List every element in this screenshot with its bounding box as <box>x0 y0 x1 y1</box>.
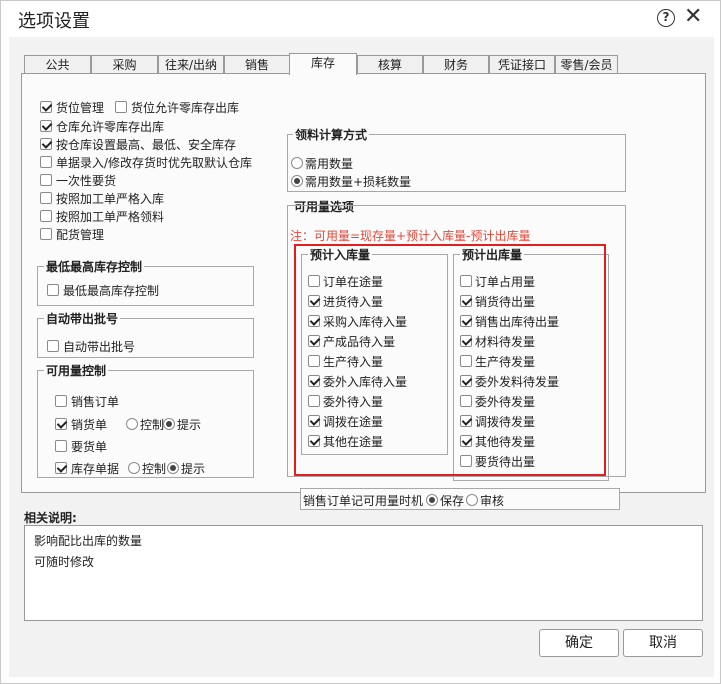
auto-batch-checkbox[interactable] <box>47 340 59 352</box>
available-formula-note: 注：可用量=现存量+预计入库量-预计出库量 <box>290 229 531 243</box>
highlight-frame <box>294 244 606 476</box>
inventory-document-checkbox[interactable] <box>55 462 67 474</box>
help-icon[interactable]: ? <box>657 9 675 27</box>
sales-delivery-label: 销货单 <box>71 418 108 432</box>
sales-order-label: 销售订单 <box>71 395 120 409</box>
location-zero-stock-checkbox[interactable] <box>115 101 127 113</box>
stock-limit-label: 最低最高库存控制 <box>63 284 160 298</box>
warehouse-zero-stock-checkbox[interactable] <box>40 120 52 132</box>
inventory-document-control-label: 控制 <box>142 462 167 476</box>
required-qty-radio[interactable] <box>291 157 303 169</box>
location-management-checkbox[interactable] <box>40 101 52 113</box>
sales-delivery-checkbox[interactable] <box>55 418 67 430</box>
timing-save-label: 保存 <box>440 494 465 508</box>
default-warehouse-checkbox[interactable] <box>40 156 52 168</box>
location-zero-stock-label: 货位允许零库存出库 <box>131 101 240 115</box>
sales-delivery-prompt-label: 提示 <box>177 418 202 432</box>
auto-batch-group-title: 自动带出批号 <box>44 310 121 327</box>
strict-material-label: 按照加工单严格领料 <box>56 210 165 224</box>
description-line: 可随时修改 <box>34 555 95 569</box>
inventory-panel: 货位管理 货位允许零库存出库 仓库允许零库存出库 按仓库设置最高、最低、安全库存… <box>21 73 706 510</box>
material-calc-group-title: 领料计算方式 <box>293 126 370 143</box>
inventory-document-control-radio[interactable] <box>128 462 140 474</box>
allocation-management-checkbox[interactable] <box>40 228 52 240</box>
inventory-document-label: 库存单据 <box>71 462 120 476</box>
sales-order-timing-label: 销售订单记可用量时机 <box>303 494 424 508</box>
warehouse-stock-limits-label: 按仓库设置最高、最低、安全库存 <box>56 138 237 152</box>
dialog-content: 公共 采购 往来/出纳 销售 库存 核算 财务 凭证接口 零售/会员 货位管理 … <box>9 37 714 677</box>
strict-material-checkbox[interactable] <box>40 210 52 222</box>
tab-accounting[interactable]: 核算 <box>357 55 423 74</box>
requisition-label: 要货单 <box>71 440 108 454</box>
one-time-request-label: 一次性要货 <box>56 174 117 188</box>
available-control-group-title: 可用量控制 <box>44 362 109 379</box>
sales-order-checkbox[interactable] <box>55 395 67 407</box>
tab-voucher-interface[interactable]: 凭证接口 <box>489 55 555 74</box>
required-qty-label: 需用数量 <box>305 157 354 171</box>
close-icon[interactable]: ✕ <box>684 4 702 30</box>
tab-finance[interactable]: 财务 <box>423 55 489 74</box>
required-plus-loss-label: 需用数量+损耗数量 <box>305 175 412 189</box>
sales-delivery-prompt-radio[interactable] <box>163 418 175 430</box>
cancel-button[interactable]: 取消 <box>623 629 703 657</box>
title-bar: 选项设置 ? ✕ <box>1 1 720 37</box>
inventory-document-prompt-radio[interactable] <box>167 462 179 474</box>
sales-delivery-control-label: 控制 <box>140 418 165 432</box>
timing-audit-radio[interactable] <box>466 494 478 506</box>
one-time-request-checkbox[interactable] <box>40 174 52 186</box>
description-line: 影响配比出库的数量 <box>34 534 143 548</box>
tab-contacts-cashier[interactable]: 往来/出纳 <box>158 55 224 74</box>
tab-inventory[interactable]: 库存 <box>289 53 357 75</box>
tab-sales[interactable]: 销售 <box>224 55 290 74</box>
allocation-management-label: 配货管理 <box>56 228 105 242</box>
sales-delivery-control-radio[interactable] <box>126 418 138 430</box>
default-warehouse-label: 单据录入/修改存货时优先取默认仓库 <box>56 156 253 170</box>
dialog-title: 选项设置 <box>18 11 90 32</box>
strict-inbound-label: 按照加工单严格入库 <box>56 192 165 206</box>
description-box: 影响配比出库的数量 可随时修改 <box>24 525 703 621</box>
tab-purchase[interactable]: 采购 <box>91 55 158 74</box>
strict-inbound-checkbox[interactable] <box>40 192 52 204</box>
stock-limit-checkbox[interactable] <box>47 284 59 296</box>
warehouse-zero-stock-label: 仓库允许零库存出库 <box>56 120 165 134</box>
inventory-document-prompt-label: 提示 <box>181 462 206 476</box>
options-dialog: 选项设置 ? ✕ 公共 采购 往来/出纳 销售 库存 核算 财务 凭证接口 零售… <box>0 0 721 684</box>
stock-limit-group-title: 最低最高库存控制 <box>44 258 145 275</box>
description-title: 相关说明: <box>24 511 77 525</box>
ok-button[interactable]: 确定 <box>539 629 619 657</box>
timing-save-radio[interactable] <box>426 494 438 506</box>
requisition-checkbox[interactable] <box>55 440 67 452</box>
tab-retail-member[interactable]: 零售/会员 <box>555 55 618 74</box>
timing-audit-label: 审核 <box>480 494 505 508</box>
tab-common[interactable]: 公共 <box>24 55 91 74</box>
required-plus-loss-radio[interactable] <box>291 175 303 187</box>
auto-batch-label: 自动带出批号 <box>63 340 136 354</box>
warehouse-stock-limits-checkbox[interactable] <box>40 138 52 150</box>
location-management-label: 货位管理 <box>56 101 105 115</box>
